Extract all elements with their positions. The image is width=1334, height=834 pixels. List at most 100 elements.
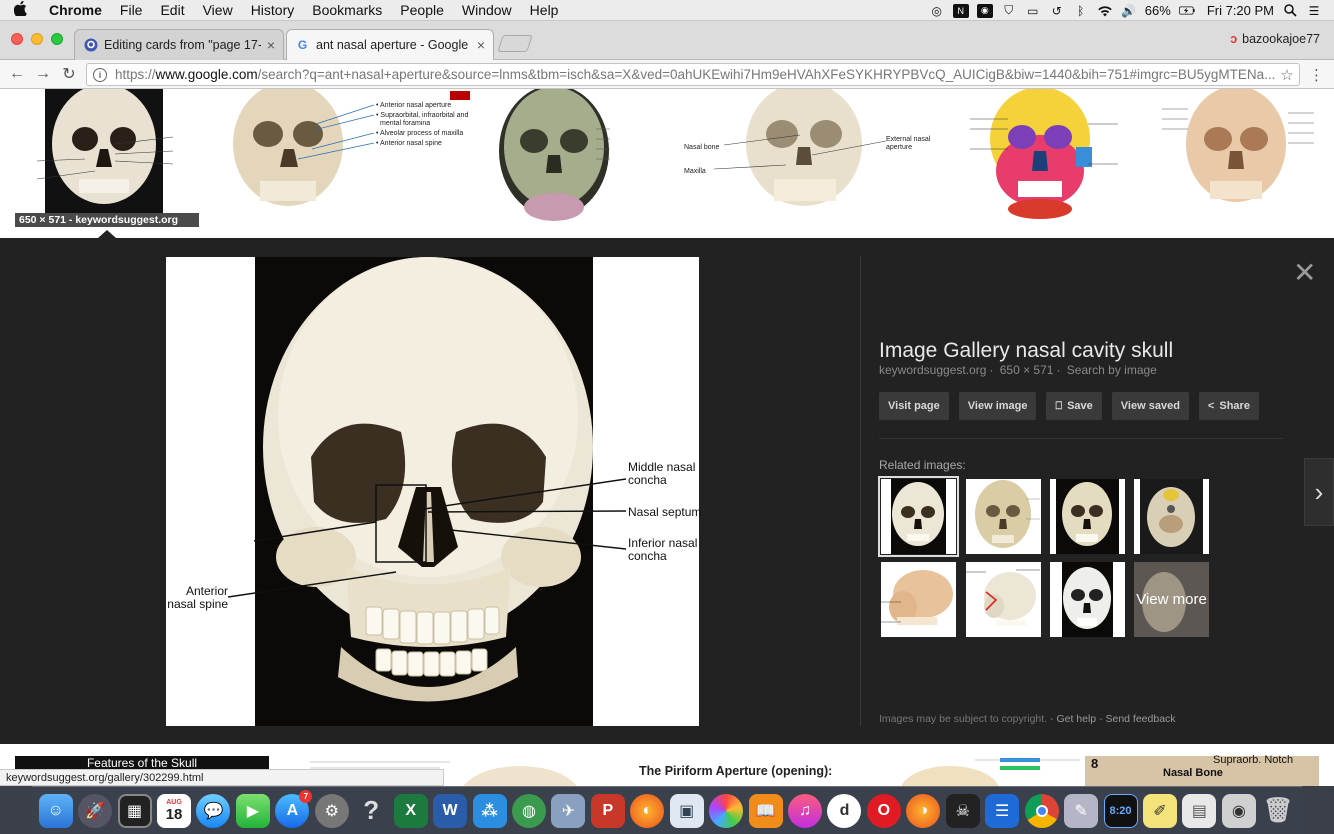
help-icon[interactable]: ? <box>354 794 388 828</box>
view-more-button[interactable]: View more <box>1134 562 1209 637</box>
spreadsheet-icon[interactable]: ▤ <box>1182 793 1217 828</box>
screenshot-icon[interactable]: ◉ <box>976 3 993 18</box>
network-icon[interactable]: ◍ <box>511 793 546 828</box>
get-help-link[interactable]: Get help <box>1056 713 1096 725</box>
related-image[interactable] <box>878 476 959 557</box>
share-button[interactable]: < Share <box>1198 392 1259 420</box>
info-icon[interactable]: i <box>93 67 107 82</box>
script-editor-icon[interactable]: ✎ <box>1064 793 1099 828</box>
related-image[interactable] <box>1050 562 1125 637</box>
related-image[interactable] <box>1050 479 1125 554</box>
menu-help[interactable]: Help <box>521 0 568 21</box>
launchpad-icon[interactable]: 🚀 <box>78 793 113 828</box>
digital-clock-icon[interactable]: 8:20 <box>1103 793 1138 828</box>
firefox-dev-icon[interactable]: ◑ <box>906 793 941 828</box>
system-preferences-icon[interactable]: ⚙ <box>314 793 349 828</box>
bookmark-star-icon[interactable]: ☆ <box>1275 66 1299 84</box>
shield-icon[interactable]: ⛉ <box>1001 3 1017 18</box>
image-capture-icon[interactable]: ▣ <box>669 793 704 828</box>
result-thumbnail[interactable]: • Anterior nasal aperture • Supraorbital,… <box>226 82 474 229</box>
menu-app-chrome[interactable]: Chrome <box>40 0 111 21</box>
tab-google-images[interactable]: G ant nasal aperture - Google Se × <box>286 29 494 60</box>
menu-bookmarks[interactable]: Bookmarks <box>303 0 391 21</box>
related-image[interactable] <box>1134 479 1209 554</box>
notes-list-icon[interactable]: ☰ <box>985 793 1020 828</box>
result-thumbnail[interactable] <box>486 85 626 229</box>
teams-icon[interactable]: ⁂ <box>472 793 507 828</box>
send-feedback-link[interactable]: Send feedback <box>1105 713 1175 725</box>
word-icon[interactable]: W <box>433 793 468 828</box>
next-image-chevron-icon[interactable]: › <box>1304 458 1334 526</box>
itunes-icon[interactable]: ♫ <box>788 793 823 828</box>
bluetooth-icon[interactable]: ᛒ <box>1073 4 1089 18</box>
related-image[interactable] <box>966 479 1041 554</box>
close-tab-icon[interactable]: × <box>477 37 485 53</box>
image-source[interactable]: keywordsuggest.org <box>879 363 986 377</box>
result-thumbnail[interactable] <box>1158 86 1320 229</box>
dashlane-dock-icon[interactable]: d <box>827 793 862 828</box>
view-image-button[interactable]: View image <box>958 392 1037 420</box>
reload-icon[interactable]: ↻ <box>56 64 82 84</box>
notion-icon[interactable]: N <box>952 3 969 18</box>
activity-monitor-icon[interactable]: ▦ <box>117 793 152 828</box>
menu-history[interactable]: History <box>242 0 304 21</box>
trash-icon[interactable]: 🗑 <box>1261 794 1295 828</box>
excel-icon[interactable]: X <box>393 793 428 828</box>
ibooks-icon[interactable]: 📖 <box>748 793 783 828</box>
photos-icon[interactable] <box>709 793 744 828</box>
result-thumbnail[interactable]: The Piriform Aperture (opening): <box>600 756 880 786</box>
close-window-button[interactable] <box>11 33 23 45</box>
menu-window[interactable]: Window <box>453 0 521 21</box>
airplay-icon[interactable]: ▭ <box>1025 4 1041 18</box>
result-thumbnail[interactable] <box>880 756 1085 786</box>
powerpoint-icon[interactable]: P <box>590 793 625 828</box>
apple-menu-icon[interactable] <box>0 0 40 20</box>
time-machine-icon[interactable]: ↺ <box>1049 4 1065 18</box>
tab-quizlet[interactable]: Editing cards from "page 17-2 × <box>74 29 284 60</box>
back-arrow-icon[interactable]: ← <box>4 65 30 83</box>
app-store-icon[interactable]: A7 <box>275 789 313 828</box>
chrome-menu-icon[interactable]: ⋮ <box>1309 66 1324 84</box>
notification-center-icon[interactable]: ☰ <box>1306 4 1322 18</box>
battery-icon[interactable] <box>1178 4 1195 18</box>
minimize-window-button[interactable] <box>31 33 43 45</box>
dashlane-icon[interactable]: ◎ <box>929 4 945 18</box>
address-bar[interactable]: i https://www.google.com/search?q=ant+na… <box>86 63 1300 86</box>
result-thumbnail-selected[interactable] <box>15 84 199 229</box>
profile-button[interactable]: ↄ bazookajoe77 <box>1230 32 1320 46</box>
preview-image[interactable]: Middle nasal concha Nasal septum Inferio… <box>166 257 701 726</box>
related-image[interactable] <box>966 562 1041 637</box>
new-tab-button[interactable] <box>497 35 533 52</box>
close-tab-icon[interactable]: × <box>267 37 275 53</box>
messages-icon[interactable]: 💬 <box>196 793 231 828</box>
visit-page-button[interactable]: Visit page <box>879 392 949 420</box>
opera-icon[interactable]: O <box>866 793 901 828</box>
volume-icon[interactable]: 🔊 <box>1121 4 1137 18</box>
result-thumbnail[interactable] <box>460 756 585 786</box>
skull-app-icon[interactable]: ☠ <box>945 793 980 828</box>
menu-people[interactable]: People <box>391 0 453 21</box>
result-thumbnail[interactable] <box>948 87 1148 229</box>
zoom-window-button[interactable] <box>51 33 63 45</box>
stickies-icon[interactable]: ✐ <box>1142 793 1177 828</box>
menu-file[interactable]: File <box>111 0 152 21</box>
firefox-icon[interactable]: ◐ <box>630 793 665 828</box>
finder-icon[interactable]: ☺ <box>38 793 73 828</box>
search-by-image-link[interactable]: Search by image <box>1067 363 1157 377</box>
related-image[interactable] <box>881 562 956 637</box>
preview-icon[interactable]: ✈ <box>551 793 586 828</box>
result-thumbnail[interactable]: Nasal bone Maxilla External nasal aperture <box>682 82 932 229</box>
chrome-icon[interactable] <box>1024 793 1059 828</box>
result-thumbnail[interactable]: 8 Supraorb. Notch Nasal Bone <box>1085 754 1319 786</box>
menu-view[interactable]: View <box>194 0 242 21</box>
spotlight-icon[interactable] <box>1282 4 1298 18</box>
image-viewer-icon[interactable]: ◉ <box>1221 793 1256 828</box>
menu-edit[interactable]: Edit <box>151 0 193 21</box>
wifi-icon[interactable] <box>1097 4 1113 18</box>
url-text[interactable]: https://www.google.com/search?q=ant+nasa… <box>115 67 1275 82</box>
view-saved-button[interactable]: View saved <box>1111 392 1189 420</box>
forward-arrow-icon[interactable]: → <box>30 65 56 83</box>
clock[interactable]: Fri 7:20 PM <box>1207 3 1274 18</box>
close-preview-icon[interactable]: ✕ <box>1293 256 1316 289</box>
facetime-icon[interactable]: ▶ <box>235 793 270 828</box>
